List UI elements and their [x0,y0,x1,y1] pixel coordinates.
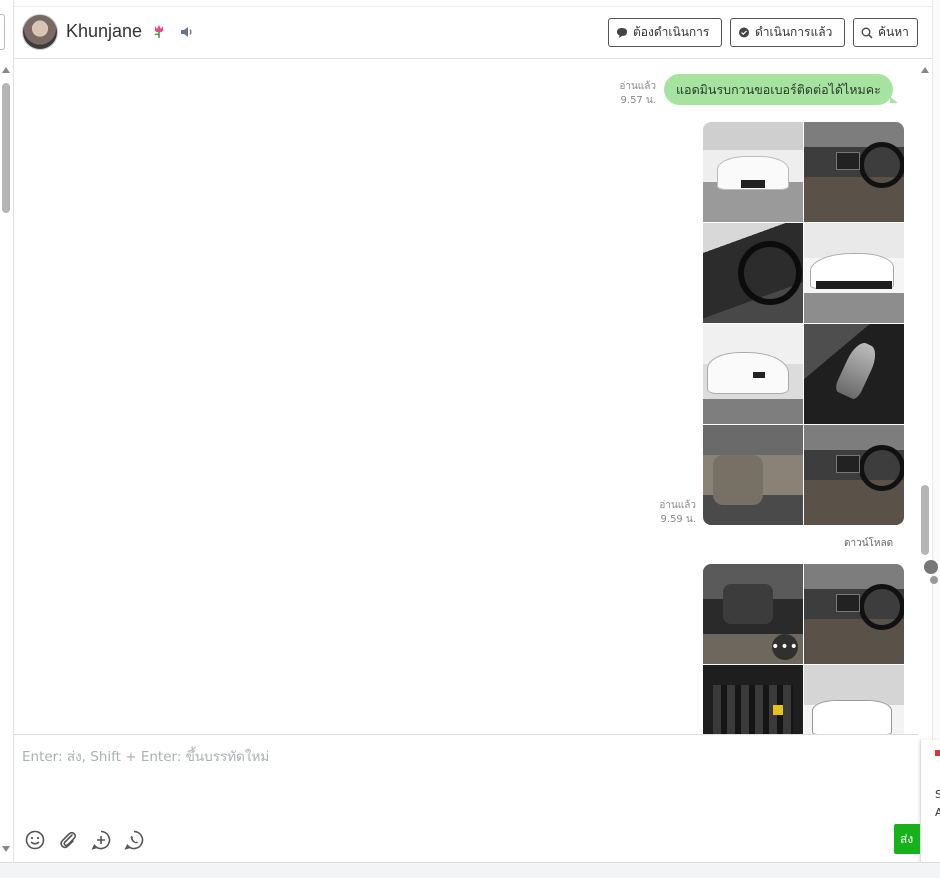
bottom-status-bar [0,862,940,878]
scroll-up-arrow-icon[interactable] [2,67,10,73]
side-avatar[interactable] [924,560,938,574]
search-button-label: ค้นหา [878,25,909,39]
outgoing-text-bubble[interactable]: แอดมินรบกวนขอเบอร์ติดต่อได้ไหมคะ [664,74,898,105]
send-button[interactable]: ส่ง [894,824,920,854]
tulip-emoji-icon [154,25,163,38]
chat-header: Khunjane ต้องดำเนินการ ดำเนินการแล้ว ค้น… [14,6,932,59]
message-meta: อ่านแล้ว 9.59 น. [644,499,696,527]
side-popup-text: S [935,788,940,801]
album-photo[interactable] [804,564,904,664]
done-button[interactable]: ดำเนินการแล้ว [730,18,845,47]
album-photo[interactable] [703,425,803,525]
image-album[interactable] [703,564,904,734]
album-photo[interactable] [804,425,904,525]
phone-bubble-icon[interactable] [123,829,145,851]
read-status: อ่านแล้ว [659,500,696,511]
message-time: 9.57 น. [620,95,656,106]
message-meta: อ่านแล้ว 9.57 น. [604,80,656,108]
chat-bubble-icon [617,27,627,38]
download-link[interactable]: ดาวน์โหลด [844,536,893,551]
chat-check-icon [739,27,749,37]
contact-name: Khunjane [66,21,143,41]
message-composer: ส่ง [14,734,920,862]
pending-button[interactable]: ต้องดำเนินการ [608,18,722,47]
left-scrollbar-thumb[interactable] [2,83,10,213]
done-button-label: ดำเนินการแล้ว [755,25,833,39]
message-list[interactable]: อ่านแล้ว 9.57 น. แอดมินรบกวนขอเบอร์ติดต่… [14,60,918,734]
smiley-icon[interactable] [24,829,46,851]
message-time: 9.59 น. [660,514,696,525]
plus-circle-icon[interactable] [90,829,112,851]
side-popup-panel: S A [920,740,940,878]
album-photo[interactable] [703,665,803,734]
side-popup-text: A [935,806,940,819]
pending-button-label: ต้องดำเนินการ [633,25,710,39]
album-photo[interactable] [804,665,904,734]
more-options-icon[interactable]: ••• [771,634,798,660]
scroll-up-arrow-icon[interactable] [921,67,929,73]
search-icon [861,27,873,39]
album-photo[interactable] [804,223,904,323]
album-photo[interactable] [804,122,904,222]
alert-dot-icon [935,750,940,756]
paperclip-icon[interactable] [57,829,79,851]
left-scroll-panel [0,0,14,862]
scroll-down-arrow-icon[interactable] [2,846,10,852]
message-text: แอดมินรบกวนขอเบอร์ติดต่อได้ไหมคะ [676,81,881,97]
image-album[interactable] [703,122,904,525]
side-avatar-small[interactable] [930,576,938,584]
message-scrollbar-thumb[interactable] [921,485,929,555]
speaker-icon[interactable] [180,26,194,38]
search-button[interactable]: ค้นหา [853,18,918,47]
chat-window: Khunjane ต้องดำเนินการ ดำเนินการแล้ว ค้น… [0,0,940,878]
album-photo[interactable] [804,324,904,424]
message-input[interactable] [22,745,902,815]
album-photo[interactable] [703,324,803,424]
album-photo[interactable] [703,122,803,222]
left-panel-edge [0,14,5,50]
album-photo[interactable] [703,223,803,323]
message-scrollbar[interactable] [918,60,932,734]
avatar[interactable] [22,14,58,50]
read-status: อ่านแล้ว [619,81,656,92]
